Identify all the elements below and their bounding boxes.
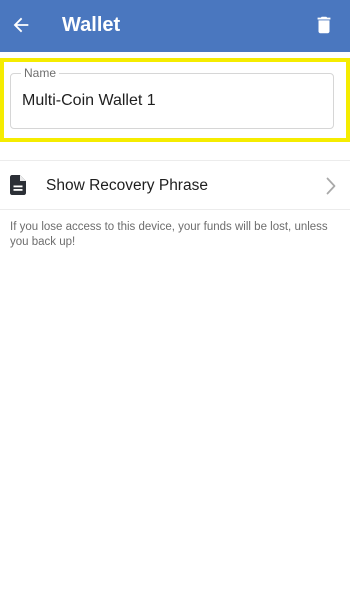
recovery-phrase-label: Show Recovery Phrase [46,177,208,194]
wallet-name-field[interactable]: Name [10,66,334,129]
arrow-left-icon [13,17,29,33]
trash-icon [317,16,331,34]
divider [0,209,350,210]
back-button[interactable] [6,10,36,40]
name-label: Name [21,66,60,80]
chevron-right-icon [326,177,336,195]
app-bar: Wallet [0,0,350,52]
backup-warning-text: If you lose access to this device, your … [10,221,328,248]
divider [0,160,350,161]
page-title: Wallet [62,14,121,36]
wallet-name-input[interactable] [22,92,322,110]
delete-wallet-button[interactable] [312,12,336,38]
show-recovery-phrase-row[interactable]: Show Recovery Phrase [0,163,350,209]
wallet-screen: Wallet Name Show Recovery Phrase If you … [0,0,350,604]
document-icon [10,175,26,195]
